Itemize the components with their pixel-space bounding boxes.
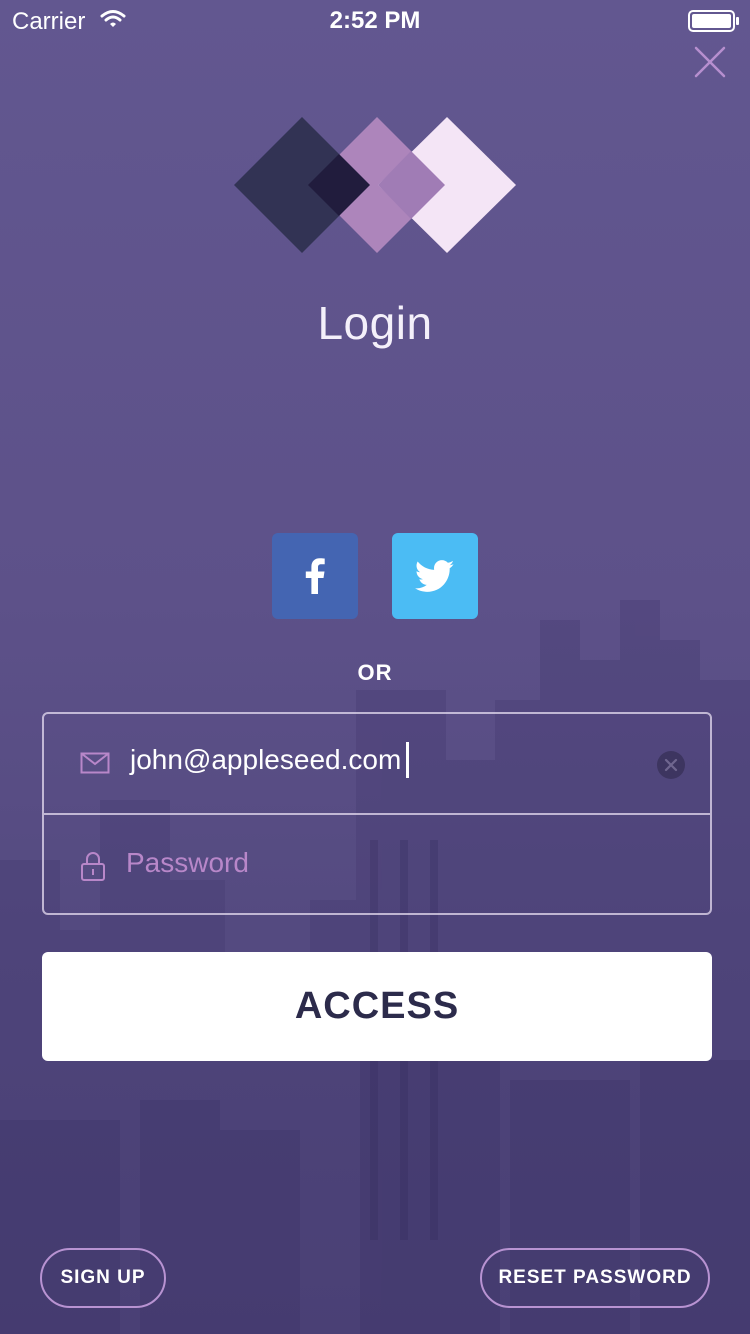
twitter-login-button[interactable] bbox=[392, 533, 478, 619]
text-caret bbox=[406, 742, 409, 778]
password-field[interactable]: Password bbox=[44, 815, 710, 914]
battery-icon bbox=[688, 10, 739, 32]
email-field[interactable]: john@appleseed.com bbox=[44, 714, 710, 815]
status-bar: Carrier 2:52 PM bbox=[0, 0, 750, 40]
lock-icon bbox=[81, 852, 105, 881]
facebook-login-button[interactable] bbox=[272, 533, 358, 619]
email-input[interactable]: john@appleseed.com bbox=[130, 744, 401, 776]
clear-icon[interactable] bbox=[656, 750, 686, 780]
status-time: 2:52 PM bbox=[329, 7, 421, 34]
login-form: john@appleseed.com Password bbox=[42, 712, 712, 915]
or-separator: OR bbox=[357, 660, 393, 685]
sign-up-button[interactable]: SIGN UP bbox=[40, 1248, 166, 1308]
page-title: Login bbox=[317, 297, 433, 349]
facebook-icon bbox=[305, 558, 325, 594]
access-button[interactable]: ACCESS bbox=[42, 952, 712, 1061]
twitter-icon bbox=[415, 559, 455, 592]
mail-icon bbox=[80, 752, 110, 774]
password-input[interactable]: Password bbox=[126, 847, 249, 879]
reset-password-button[interactable]: RESET PASSWORD bbox=[480, 1248, 710, 1308]
close-icon[interactable] bbox=[692, 44, 728, 80]
logo-diamonds-icon bbox=[234, 117, 516, 253]
